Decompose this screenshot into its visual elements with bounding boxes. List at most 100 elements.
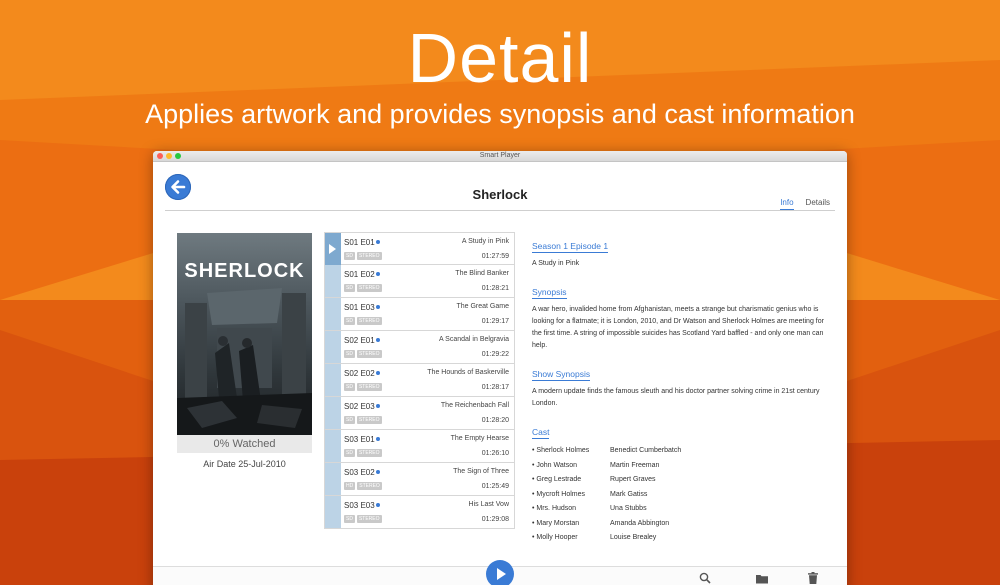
episode-title: The Sign of Three	[453, 468, 509, 475]
poster-panel: SHERLOCK 0% Watched Air Date 25-Jul-2010	[177, 233, 312, 469]
detail-tabs: Info Details	[780, 198, 830, 210]
episode-thumbnail	[325, 496, 341, 528]
unwatched-dot-icon	[376, 272, 380, 276]
cast-role: • Mary Morstan	[532, 519, 580, 527]
cast-actor: Mark Gatiss	[610, 490, 648, 498]
cast-role: • Sherlock Holmes	[532, 447, 590, 454]
unwatched-dot-icon	[376, 470, 380, 474]
episode-code: S03 E01	[344, 435, 375, 444]
cast-row: • Mycroft Holmes Mark Gatiss	[532, 488, 826, 503]
episode-row[interactable]: S02 E03 SD STEREO The Reichenbach Fall 0…	[324, 397, 515, 430]
search-icon[interactable]	[699, 571, 711, 585]
cast-actor: Martin Freeman	[610, 461, 660, 469]
episode-row[interactable]: S01 E01 SD STEREO A Study in Pink 01:27:…	[324, 232, 515, 265]
episode-code: S03 E02	[344, 468, 375, 477]
episode-duration: 01:28:21	[481, 285, 509, 292]
show-title: Sherlock	[472, 187, 528, 202]
audio-badge: STEREO	[356, 350, 382, 358]
episode-duration: 01:29:08	[481, 516, 509, 523]
cast-actor: Benedict Cumberbatch	[610, 447, 682, 454]
cast-actor: Amanda Abbington	[610, 519, 670, 527]
episode-code: S02 E02	[344, 369, 375, 378]
episode-row[interactable]: S02 E01 SD STEREO A Scandal in Belgravia…	[324, 331, 515, 364]
episode-row[interactable]: S03 E01 SD STEREO The Empty Hearse 01:26…	[324, 430, 515, 463]
title-bar: Smart Player	[153, 151, 847, 162]
quality-badge: SD	[344, 317, 355, 325]
episode-row[interactable]: S01 E02 SD STEREO The Blind Banker 01:28…	[324, 265, 515, 298]
show-synopsis-text: A modern update finds the famous sleuth …	[532, 388, 820, 407]
cast-heading: Cast	[532, 427, 550, 439]
episode-duration: 01:27:59	[481, 253, 509, 260]
air-date: Air Date 25-Jul-2010	[203, 459, 286, 469]
episode-title: A Study in Pink	[461, 238, 509, 245]
episode-badges: HD STEREO	[344, 482, 382, 490]
episode-title: A Scandal in Belgravia	[438, 336, 509, 343]
episode-code: S01 E02	[344, 270, 375, 279]
audio-badge: STEREO	[356, 515, 382, 523]
audio-badge: STEREO	[356, 252, 382, 260]
episode-thumbnail	[325, 364, 341, 396]
quality-badge: SD	[344, 252, 355, 260]
audio-badge: STEREO	[356, 449, 382, 457]
episode-badges: SD STEREO	[344, 449, 382, 457]
episode-duration: 01:29:17	[481, 318, 509, 325]
cast-role: • Mrs. Hudson	[532, 505, 577, 512]
cast-row: • John Watson Martin Freeman	[532, 459, 826, 474]
episode-title: The Hounds of Baskerville	[427, 369, 509, 376]
quality-badge: SD	[344, 515, 355, 523]
episode-row[interactable]: S03 E03 SD STEREO His Last Vow 01:29:08	[324, 496, 515, 529]
cast-row: • Sherlock Holmes Benedict Cumberbatch	[532, 444, 826, 459]
episode-thumbnail	[325, 463, 341, 495]
episode-row[interactable]: S02 E02 SD STEREO The Hounds of Baskervi…	[324, 364, 515, 397]
cast-role: • John Watson	[532, 461, 577, 469]
synopsis-heading: Synopsis	[532, 287, 567, 299]
episode-duration: 01:28:17	[481, 384, 509, 391]
episode-duration: 01:26:10	[481, 450, 509, 457]
episode-badges: SD STEREO	[344, 416, 382, 424]
episode-badges: SD STEREO	[344, 383, 382, 391]
episode-heading: Season 1 Episode 1	[532, 241, 609, 253]
unwatched-dot-icon	[376, 305, 380, 309]
poster-artwork: SHERLOCK	[177, 233, 312, 435]
cast-row: • Molly Hooper Louise Brealey	[532, 531, 826, 546]
cast-actor: Una Stubbs	[610, 505, 647, 512]
audio-badge: STEREO	[356, 416, 382, 424]
cast-row: • Mrs. Hudson Una Stubbs	[532, 502, 826, 517]
episode-title: The Great Game	[456, 303, 509, 310]
trash-icon[interactable]	[808, 571, 818, 585]
audio-badge: STEREO	[356, 284, 382, 292]
cast-role: • Molly Hooper	[532, 534, 578, 541]
episode-code: S02 E01	[344, 336, 375, 345]
window-title: Smart Player	[479, 152, 521, 159]
episode-thumbnail	[325, 233, 341, 265]
quality-badge: HD	[344, 482, 356, 490]
unwatched-dot-icon	[376, 371, 380, 375]
synopsis-text: A war hero, invalided home from Afghanis…	[532, 306, 824, 349]
unwatched-dot-icon	[376, 404, 380, 408]
info-panel: Season 1 Episode 1 A Study in Pink Synop…	[532, 236, 826, 558]
show-synopsis-heading: Show Synopsis	[532, 369, 591, 381]
episode-code: S02 E03	[344, 402, 375, 411]
episode-thumbnail	[325, 397, 341, 429]
episode-badges: SD STEREO	[344, 350, 382, 358]
episode-thumbnail	[325, 331, 341, 363]
tab-details[interactable]: Details	[806, 198, 830, 210]
play-button[interactable]	[486, 560, 514, 585]
episode-row[interactable]: S01 E03 SD STEREO The Great Game 01:29:1…	[324, 298, 515, 331]
poster-title-text: SHERLOCK	[184, 260, 305, 282]
episode-title: The Blind Banker	[455, 270, 509, 277]
unwatched-dot-icon	[376, 437, 380, 441]
episode-thumbnail	[325, 265, 341, 297]
episode-title: His Last Vow	[468, 501, 509, 508]
episode-list: S01 E01 SD STEREO A Study in Pink 01:27:…	[324, 232, 515, 529]
hero-subtitle: Applies artwork and provides synopsis an…	[145, 99, 855, 129]
unwatched-dot-icon	[376, 503, 380, 507]
cast-row: • Mary Morstan Amanda Abbington	[532, 517, 826, 532]
episode-row[interactable]: S03 E02 HD STEREO The Sign of Three 01:2…	[324, 463, 515, 496]
watched-progress: 0% Watched	[177, 435, 312, 453]
episode-duration: 01:25:49	[481, 483, 509, 490]
unwatched-dot-icon	[376, 240, 380, 244]
tab-info[interactable]: Info	[780, 198, 794, 210]
episode-title: The Reichenbach Fall	[440, 402, 509, 409]
folder-icon[interactable]	[756, 571, 768, 585]
